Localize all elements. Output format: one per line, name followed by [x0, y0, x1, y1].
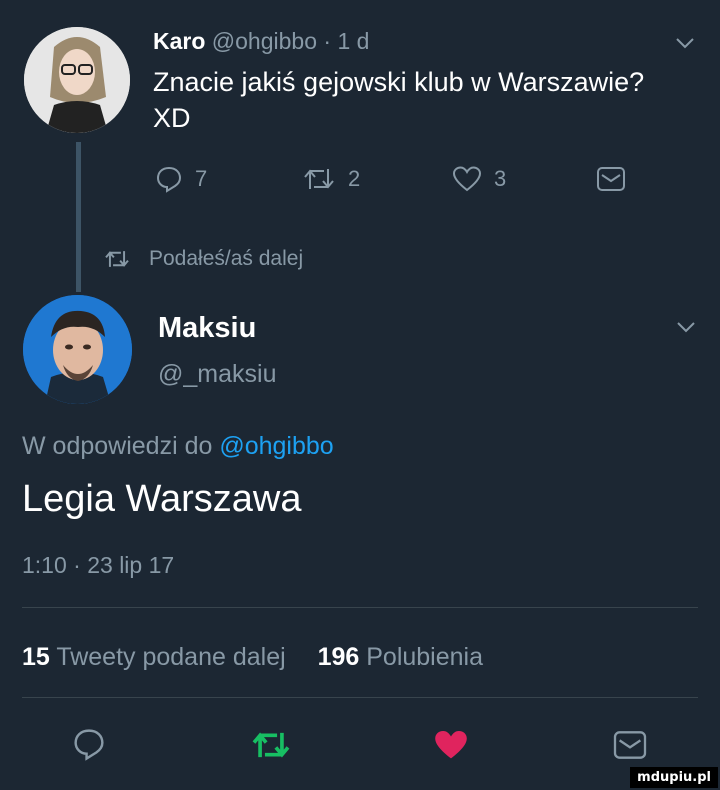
likes-label: Polubienia: [366, 643, 483, 671]
reply-button[interactable]: 7: [155, 165, 207, 193]
heart-icon: [452, 166, 482, 192]
parent-tweet-header: Karo @ohgibbo · 1 d: [153, 28, 369, 55]
parent-tweet-text: Znacie jakiś gejowski klub w Warszawie? …: [153, 64, 644, 136]
retweets-count: 15: [22, 643, 50, 671]
retweets-stat[interactable]: 15 Tweety podane dalej: [22, 643, 293, 671]
retweet-notice-text: Podałeś/aś dalej: [149, 247, 304, 270]
maksiu-avatar[interactable]: [23, 295, 132, 404]
reply-author-handle[interactable]: @_maksiu: [158, 360, 276, 389]
thread-line: [76, 142, 81, 292]
retweet-icon: [105, 251, 129, 267]
separator: ·: [73, 552, 81, 578]
tweet-timestamp[interactable]: 1:10 · 23 lip 17: [22, 552, 174, 579]
separator: ·: [323, 28, 332, 54]
karo-avatar[interactable]: [24, 27, 130, 133]
like-count: 3: [494, 166, 507, 191]
watermark: mdupiu.pl: [630, 767, 718, 788]
retweet-icon: [252, 732, 290, 758]
message-button[interactable]: [596, 166, 626, 192]
like-button-active[interactable]: [432, 728, 470, 762]
retweet-button[interactable]: 2: [302, 165, 360, 193]
retweet-icon: [304, 169, 334, 189]
divider: [22, 607, 698, 608]
divider: [22, 697, 698, 698]
author-name[interactable]: Karo: [153, 28, 205, 54]
reply-icon: [74, 729, 104, 761]
reply-to-line: W odpowiedzi do @ohgibbo: [22, 432, 334, 461]
author-handle[interactable]: @ohgibbo: [212, 28, 317, 54]
likes-count: 196: [317, 643, 360, 671]
likes-stat[interactable]: 196 Polubienia: [318, 643, 483, 671]
message-icon: [597, 167, 625, 191]
tweet-date: 23 lip 17: [87, 552, 175, 578]
tweet-time[interactable]: 1 d: [337, 28, 369, 54]
reply-icon: [156, 166, 182, 193]
parent-chevron-down-icon[interactable]: [675, 36, 695, 50]
reply-to-prefix: W odpowiedzi do: [22, 432, 213, 460]
tweet-text-line: Znacie jakiś gejowski klub w Warszawie?: [153, 67, 645, 97]
message-icon: [613, 731, 647, 759]
message-button[interactable]: [612, 730, 648, 760]
tweet-stats: 15 Tweety podane dalej 196 Polubienia: [22, 643, 483, 672]
tweet-time: 1:10: [22, 552, 67, 578]
like-button[interactable]: 3: [452, 165, 506, 193]
reply-author-name[interactable]: Maksiu: [158, 312, 256, 345]
retweet-notice: Podałeś/aś dalej: [103, 247, 303, 271]
reply-button[interactable]: [72, 727, 106, 761]
heart-icon: [435, 731, 467, 759]
reply-tweet-text: Legia Warszawa: [22, 478, 302, 520]
retweets-label: Tweety podane dalej: [56, 643, 286, 671]
reply-to-handle-link[interactable]: @ohgibbo: [219, 432, 333, 460]
retweet-count: 2: [348, 166, 361, 191]
reply-count: 7: [195, 166, 208, 191]
tweet-text-line: XD: [153, 103, 191, 133]
retweet-button-active[interactable]: [250, 728, 292, 762]
reply-chevron-down-icon[interactable]: [676, 320, 696, 334]
